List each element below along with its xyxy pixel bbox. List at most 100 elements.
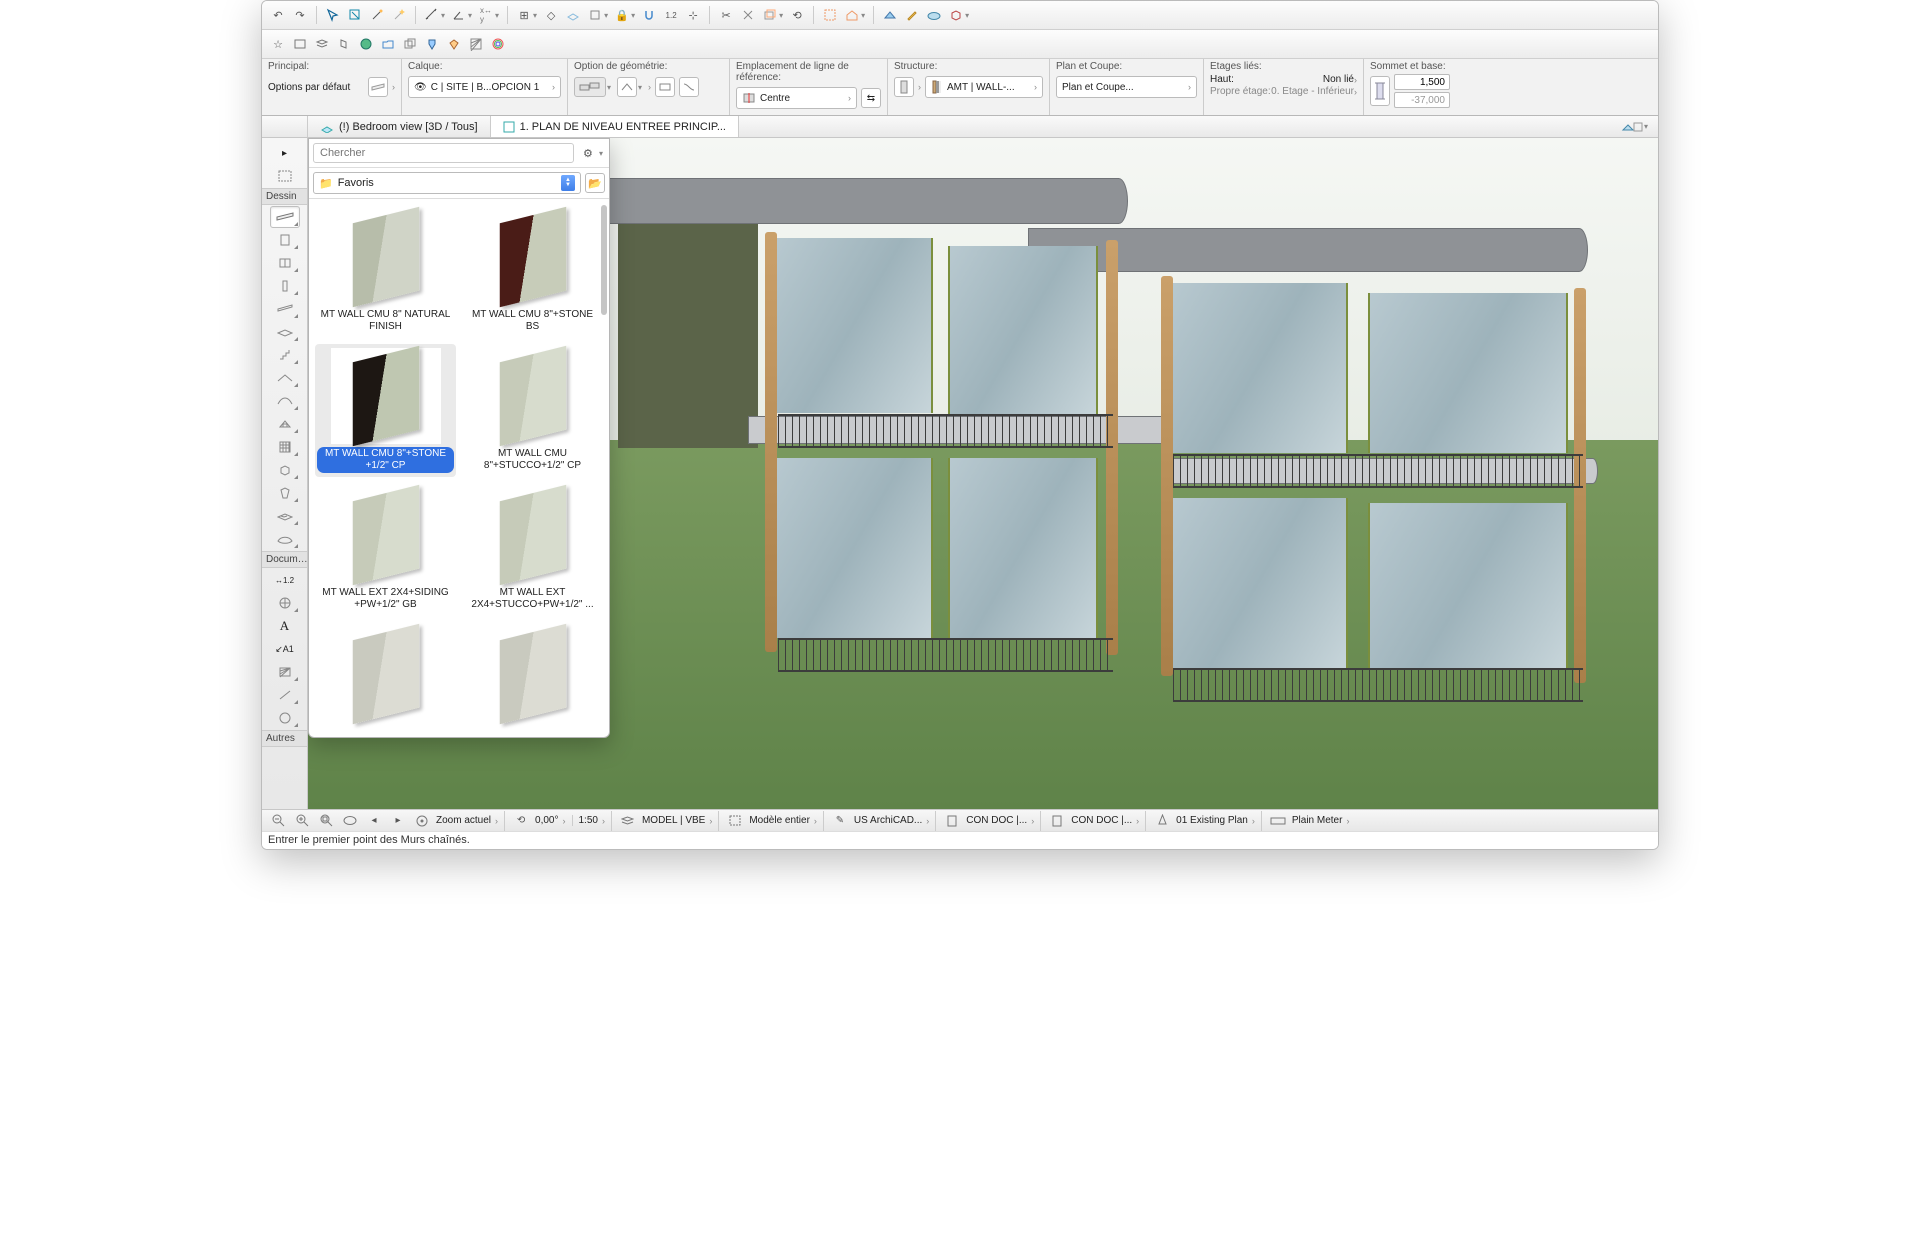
paint-icon[interactable] <box>422 34 442 54</box>
magnet-icon[interactable] <box>639 5 659 25</box>
zoom-out-icon[interactable] <box>268 811 288 831</box>
line-tool[interactable] <box>270 684 300 706</box>
geom-opt2[interactable] <box>617 77 637 97</box>
undo-icon[interactable]: ↶ <box>268 5 288 25</box>
wall-tool[interactable] <box>270 206 300 228</box>
viewport[interactable]: ⚙▾ 📁 Favoris ▲▼ 📂 MT WALL CMU 8" NATURAL… <box>308 138 1658 809</box>
scale-value[interactable]: 1:50 <box>579 815 598 826</box>
folder-select[interactable]: 📁 Favoris ▲▼ <box>313 172 581 194</box>
column-tool[interactable] <box>270 275 300 297</box>
doc-icon[interactable] <box>942 811 962 831</box>
measure-icon[interactable] <box>422 5 442 25</box>
prev-view-icon[interactable]: ◂ <box>364 811 384 831</box>
pan-icon[interactable] <box>340 811 360 831</box>
snap-icon[interactable]: ◇ <box>541 5 561 25</box>
modele-value[interactable]: Modèle entier <box>749 815 810 826</box>
pick2-icon[interactable] <box>345 5 365 25</box>
zoom-label[interactable]: Zoom actuel <box>436 815 491 826</box>
partial-icon[interactable] <box>725 811 745 831</box>
label-tool[interactable]: ↙A1 <box>270 638 300 660</box>
gear-icon[interactable]: ⚙ <box>578 143 598 163</box>
plan-button[interactable]: Plan et Coupe...› <box>1056 76 1197 98</box>
condoc2-value[interactable]: CON DOC |... <box>1071 815 1132 826</box>
refline-select[interactable]: Centre› <box>736 87 857 109</box>
rainbow-icon[interactable] <box>488 34 508 54</box>
ruler-icon[interactable] <box>1268 811 1288 831</box>
redo-icon[interactable]: ↷ <box>290 5 310 25</box>
chevron-icon[interactable]: › <box>392 82 395 92</box>
favorite-card[interactable]: MT WALL CMU 8"+STONE +1/2" CP <box>315 344 456 477</box>
box-icon[interactable] <box>585 5 605 25</box>
principal-thumb[interactable] <box>368 77 388 97</box>
new-folder-button[interactable]: 📂 <box>585 173 605 193</box>
struct-icon1[interactable] <box>894 77 914 97</box>
bucket-icon[interactable] <box>444 34 464 54</box>
cloud-icon[interactable] <box>924 5 944 25</box>
object-tool[interactable] <box>270 459 300 481</box>
text-tool[interactable]: A <box>270 615 300 637</box>
morph-icon[interactable] <box>880 5 900 25</box>
globe-icon[interactable] <box>356 34 376 54</box>
cube-icon[interactable] <box>946 5 966 25</box>
sommet-top-input[interactable] <box>1394 74 1450 90</box>
geom-opt3[interactable] <box>655 77 675 97</box>
favorite-card[interactable]: MT WALL CMU 8"+STUCCO+1/2" CP <box>462 344 603 477</box>
sommet-bot-input[interactable] <box>1394 92 1450 108</box>
angle-value[interactable]: 0,00° <box>535 815 558 826</box>
ortho2-icon[interactable] <box>334 34 354 54</box>
window-tool[interactable] <box>270 252 300 274</box>
geom-opt4[interactable] <box>679 77 699 97</box>
mesh-tool[interactable] <box>270 505 300 527</box>
model-value[interactable]: MODEL | VBE <box>642 815 705 826</box>
cut-icon[interactable]: ✂ <box>716 5 736 25</box>
tab-plan[interactable]: 1. PLAN DE NIVEAU ENTREE PRINCIP... <box>491 116 739 137</box>
zoom-in-icon[interactable] <box>292 811 312 831</box>
next-view-icon[interactable]: ▸ <box>388 811 408 831</box>
suspend-icon[interactable] <box>738 5 758 25</box>
stair-tool[interactable] <box>270 344 300 366</box>
angle-icon[interactable] <box>449 5 469 25</box>
refline-flip[interactable]: ⇆ <box>861 88 881 108</box>
rotate-icon[interactable]: ⟲ <box>787 5 807 25</box>
home-zoom-icon[interactable] <box>412 811 432 831</box>
zone-tool[interactable] <box>270 482 300 504</box>
favorite-card[interactable]: MT WALL CMU 8" NATURAL FINISH <box>315 205 456 338</box>
layers-status-icon[interactable] <box>618 811 638 831</box>
wand-icon[interactable] <box>367 5 387 25</box>
dim-icon[interactable]: 1.2 <box>661 5 681 25</box>
edit-icon[interactable] <box>902 5 922 25</box>
haut-value[interactable]: Non lié <box>1323 74 1354 85</box>
structure-select[interactable]: AMT | WALL-...› <box>925 76 1043 98</box>
door-tool[interactable] <box>270 229 300 251</box>
favorite-icon[interactable]: ☆ <box>268 34 288 54</box>
condoc1-value[interactable]: CON DOC |... <box>966 815 1027 826</box>
layers-icon[interactable] <box>312 34 332 54</box>
open-icon[interactable] <box>378 34 398 54</box>
curtain-tool[interactable] <box>270 436 300 458</box>
north-icon[interactable] <box>1152 811 1172 831</box>
skylight-tool[interactable] <box>270 413 300 435</box>
morph2-tool[interactable] <box>270 528 300 550</box>
hatch-icon[interactable] <box>466 34 486 54</box>
plan-status-value[interactable]: 01 Existing Plan <box>1176 815 1248 826</box>
ortho-icon[interactable]: ⊹ <box>683 5 703 25</box>
tab-3d[interactable]: (!) Bedroom view [3D / Tous] <box>308 116 491 137</box>
beam-tool[interactable] <box>270 298 300 320</box>
geom-opt1[interactable] <box>574 77 606 97</box>
view1-icon[interactable] <box>290 34 310 54</box>
principal-value[interactable]: Options par défaut <box>268 82 350 93</box>
favorite-card[interactable] <box>315 622 456 731</box>
search-input[interactable] <box>313 143 574 163</box>
fill-tool[interactable] <box>270 661 300 683</box>
shell-tool[interactable] <box>270 390 300 412</box>
sommet-icon[interactable] <box>1370 76 1390 106</box>
pick-icon[interactable] <box>323 5 343 25</box>
copy-icon[interactable] <box>400 34 420 54</box>
trace-icon[interactable] <box>760 5 780 25</box>
xy-icon[interactable]: x↔y <box>476 5 496 25</box>
roof-tool[interactable] <box>270 367 300 389</box>
dim-tool[interactable]: ↔1.2 <box>270 569 300 591</box>
doc2-icon[interactable] <box>1047 811 1067 831</box>
rotate-icon[interactable]: ⟲ <box>511 811 531 831</box>
pen-icon[interactable]: ✎ <box>830 811 850 831</box>
